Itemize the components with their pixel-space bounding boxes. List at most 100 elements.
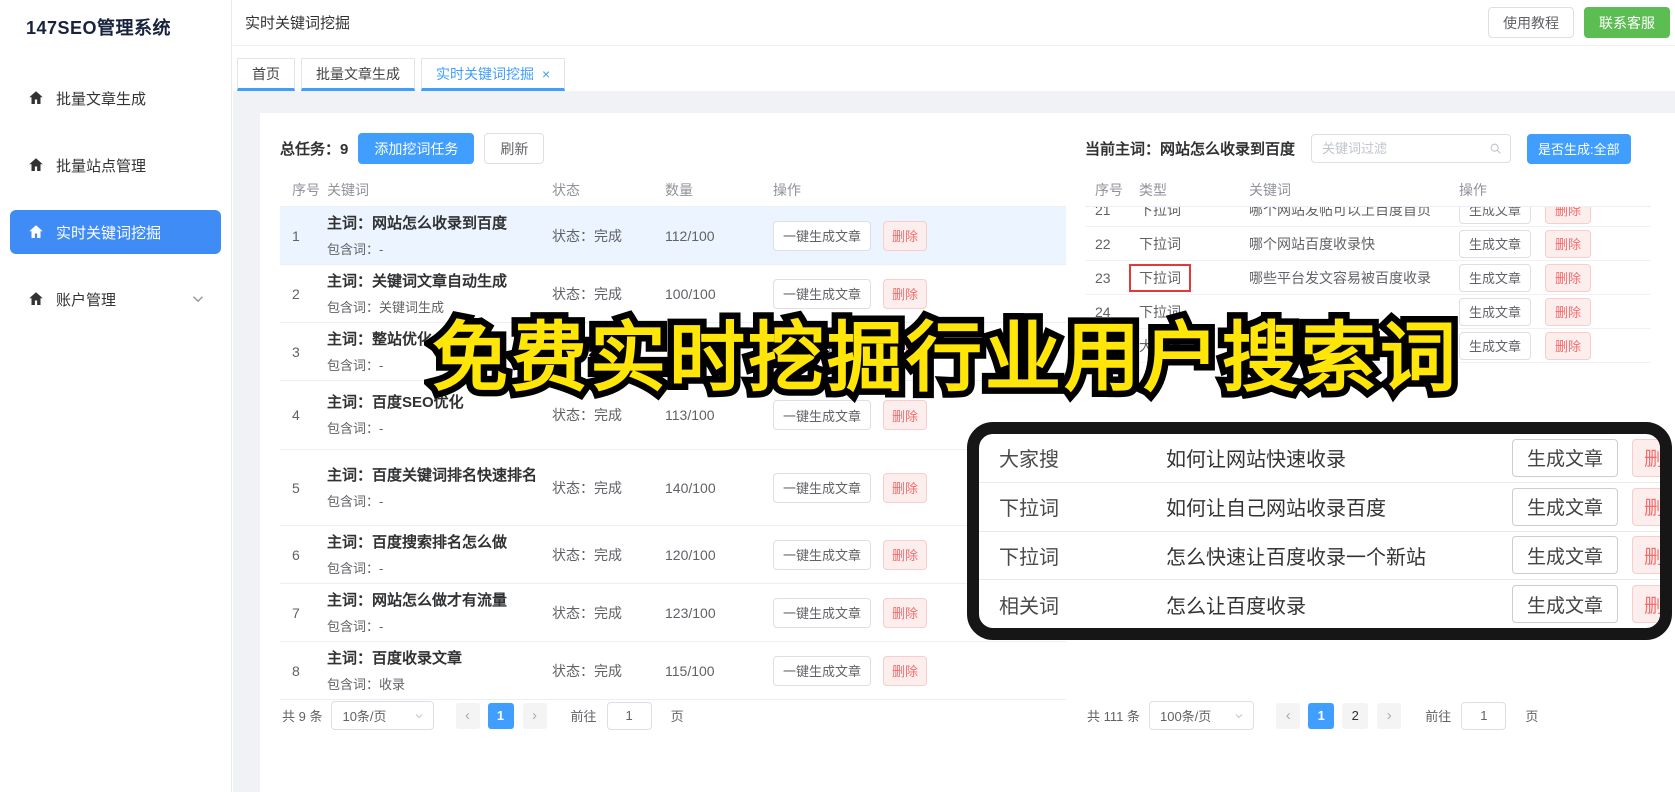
topbar: 实时关键词挖掘 使用教程 联系客服 — [233, 0, 1675, 46]
page-number-1[interactable]: 1 — [1308, 702, 1335, 729]
delete-button[interactable]: 删除 — [1545, 297, 1592, 326]
row-index: 7 — [292, 604, 300, 621]
page-number-1[interactable]: 1 — [487, 702, 514, 729]
generate-articles-button[interactable]: 一键生成文章 — [773, 472, 872, 503]
delete-button[interactable]: 删除 — [1545, 229, 1592, 258]
goto-page-input[interactable] — [1461, 701, 1507, 730]
sidebar-item-label: 实时关键词挖掘 — [56, 224, 162, 242]
generate-articles-button[interactable]: 一键生成文章 — [773, 400, 872, 430]
contact-support-button[interactable]: 联系客服 — [1584, 7, 1670, 38]
delete-button[interactable]: 删除 — [1632, 585, 1660, 624]
tab-home[interactable]: 首页 — [237, 58, 295, 91]
keyword-row[interactable]: 25 大家搜 生成文章 删除 — [1085, 329, 1651, 363]
help-button[interactable]: 使用教程 — [1488, 7, 1574, 38]
keyword-row[interactable]: 21 下拉词 哪个网站发帖可以上百度首页 生成文章 删除 — [1085, 207, 1651, 227]
keyword-row[interactable]: 22 下拉词 哪个网站百度收录快 生成文章 删除 — [1085, 227, 1651, 261]
task-row[interactable]: 3 主词：整站优化 包含词：- 状态：完成 一键生成文章 删除 — [280, 323, 1066, 381]
sidebar-item-batch-article[interactable]: 批量文章生成 — [10, 76, 221, 120]
col-keyword: 关键词 — [327, 181, 369, 198]
generate-articles-button[interactable]: 一键生成文章 — [773, 336, 872, 367]
generate-articles-button[interactable]: 一键生成文章 — [773, 278, 872, 309]
task-status: 状态：完成 — [552, 662, 622, 679]
task-row[interactable]: 2 主词：关键词文章自动生成 包含词：关键词生成 状态：完成 100/100 一键… — [280, 265, 1066, 323]
task-status: 状态：完成 — [552, 479, 622, 496]
task-pagination: 共 9 条 10条/页 ‹ 1 › 前往 页 — [282, 701, 684, 730]
next-page-button[interactable]: › — [522, 702, 547, 729]
delete-button[interactable]: 删除 — [883, 539, 928, 570]
keyword-filter-input[interactable] — [1311, 134, 1512, 163]
task-quantity: 100/100 — [665, 285, 716, 302]
keyword-row[interactable]: 23 下拉词 哪些平台发文容易被百度收录 生成文章 删除 — [1085, 261, 1651, 295]
row-index: 21 — [1095, 207, 1111, 218]
delete-button[interactable]: 删除 — [1632, 536, 1660, 575]
generate-articles-button[interactable]: 一键生成文章 — [773, 220, 872, 251]
keyword-type: 大家搜 — [999, 449, 1059, 472]
keyword-row[interactable]: 24 下拉词 生成文章 删除 — [1085, 295, 1651, 329]
sidebar-item-batch-site[interactable]: 批量站点管理 — [10, 143, 221, 187]
task-status: 状态：完成 — [552, 343, 622, 360]
delete-button[interactable]: 删除 — [883, 655, 928, 686]
prev-page-button[interactable]: ‹ — [1276, 702, 1301, 729]
col-ops: 操作 — [1459, 181, 1487, 198]
task-row[interactable]: 8 主词：百度收录文章 包含词：收录 状态：完成 115/100 一键生成文章 删除 — [280, 642, 1066, 700]
generate-article-button[interactable]: 生成文章 — [1511, 487, 1618, 526]
generate-article-button[interactable]: 生成文章 — [1511, 585, 1618, 624]
task-title: 主词：百度搜索排名怎么做 — [327, 533, 508, 551]
task-quantity: 113/100 — [665, 407, 715, 423]
close-tab-icon[interactable]: × — [542, 66, 550, 82]
generate-articles-button[interactable]: 一键生成文章 — [773, 539, 872, 570]
delete-button[interactable]: 删除 — [1545, 207, 1592, 224]
delete-button[interactable]: 删除 — [883, 400, 928, 430]
prev-page-button[interactable]: ‹ — [455, 702, 480, 729]
next-page-button[interactable]: › — [1377, 702, 1402, 729]
delete-button[interactable]: 删除 — [1545, 331, 1592, 360]
sidebar-item-account[interactable]: 账户管理 — [10, 277, 221, 321]
tab-batch-article[interactable]: 批量文章生成 — [301, 58, 415, 91]
generate-articles-button[interactable]: 一键生成文章 — [773, 597, 872, 628]
delete-button[interactable]: 删除 — [1632, 438, 1660, 477]
delete-button[interactable]: 删除 — [883, 472, 928, 503]
generate-article-button[interactable]: 生成文章 — [1459, 207, 1532, 224]
keyword-text: 哪些平台发文容易被百度收录 — [1249, 269, 1431, 286]
task-toolbar: 总任务：9 添加挖词任务 刷新 — [280, 133, 1066, 164]
sidebar-item-keyword-mining[interactable]: 实时关键词挖掘 — [10, 210, 221, 254]
task-list-panel: 总任务：9 添加挖词任务 刷新 序号 关键词 状态 数量 操作 1 主词：网站怎… — [280, 133, 1066, 700]
task-title: 主词：关键词文章自动生成 — [327, 272, 508, 290]
goto-unit: 页 — [670, 709, 684, 724]
row-index: 25 — [1095, 337, 1111, 354]
generate-article-button[interactable]: 生成文章 — [1511, 536, 1618, 575]
col-index: 序号 — [292, 181, 320, 198]
generate-article-button[interactable]: 生成文章 — [1459, 331, 1532, 360]
delete-button[interactable]: 删除 — [883, 220, 928, 251]
page-size-select[interactable]: 100条/页 — [1148, 701, 1255, 730]
topbar-buttons: 使用教程 联系客服 — [1488, 7, 1675, 38]
page-size-select[interactable]: 10条/页 — [331, 701, 434, 730]
task-title: 主词：网站怎么做才有流量 — [327, 591, 508, 609]
generate-articles-button[interactable]: 一键生成文章 — [773, 655, 872, 686]
task-row[interactable]: 4 主词：百度SEO优化 包含词：- 状态：完成 113/100 一键生成文章 删除 — [280, 381, 1066, 450]
task-status: 状态：完成 — [552, 227, 622, 244]
delete-button[interactable]: 删除 — [883, 597, 928, 628]
generate-article-button[interactable]: 生成文章 — [1511, 438, 1618, 477]
refresh-button[interactable]: 刷新 — [484, 133, 545, 164]
delete-button[interactable]: 删除 — [1545, 263, 1592, 292]
delete-button[interactable]: 删除 — [1632, 487, 1660, 526]
task-row[interactable]: 1 主词：网站怎么收录到百度 包含词：- 状态：完成 112/100 一键生成文章… — [280, 207, 1066, 265]
task-row[interactable]: 5 主词：百度关键词排名快速排名 包含词：- 状态：完成 140/100 一键生成… — [280, 450, 1066, 526]
generate-article-button[interactable]: 生成文章 — [1459, 297, 1532, 326]
tab-keyword-mining[interactable]: 实时关键词挖掘 × — [421, 58, 566, 91]
generate-article-button[interactable]: 生成文章 — [1459, 263, 1532, 292]
task-row[interactable]: 7 主词：网站怎么做才有流量 包含词：- 状态：完成 123/100 一键生成文章… — [280, 584, 1066, 642]
task-subtitle: 包含词：- — [327, 421, 384, 436]
delete-button[interactable]: 删除 — [883, 278, 928, 309]
keyword-text: 怎么快速让百度收录一个新站 — [1166, 546, 1426, 569]
add-task-button[interactable]: 添加挖词任务 — [358, 133, 475, 164]
goto-page-input[interactable] — [606, 701, 652, 730]
keyword-type: 下拉词 — [1139, 235, 1181, 252]
generate-article-button[interactable]: 生成文章 — [1459, 229, 1532, 258]
delete-button[interactable]: 删除 — [883, 336, 928, 367]
page-number-2[interactable]: 2 — [1342, 702, 1369, 729]
col-type: 类型 — [1139, 181, 1167, 198]
generate-all-toggle-button[interactable]: 是否生成:全部 — [1527, 133, 1631, 164]
task-row[interactable]: 6 主词：百度搜索排名怎么做 包含词：- 状态：完成 120/100 一键生成文章… — [280, 526, 1066, 584]
